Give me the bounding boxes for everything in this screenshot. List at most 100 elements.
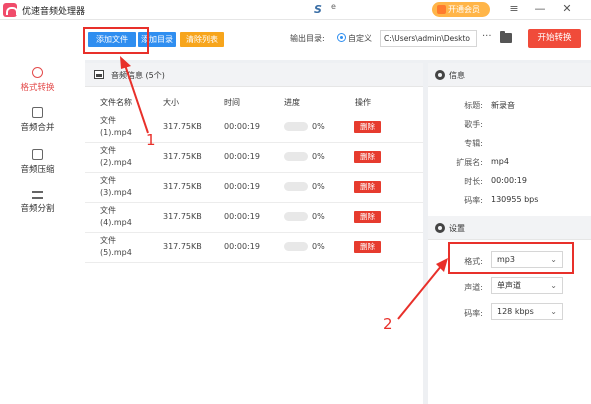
close-icon[interactable]: ✕ xyxy=(560,2,574,15)
table-row[interactable]: 文件 (1).mp4 317.75KB 00:00:19 0% 删除 xyxy=(85,113,423,143)
chevron-down-icon: ⌄ xyxy=(550,307,557,316)
menu-icon[interactable]: ≡ xyxy=(507,2,521,15)
info-label-artist: 歌手: xyxy=(464,120,483,129)
annotation-label-1: 1 xyxy=(146,131,156,149)
annotation-label-2: 2 xyxy=(383,315,393,333)
channel-value: 单声道 xyxy=(497,281,521,290)
info-header: 信息 xyxy=(428,63,591,87)
sidebar-item-audio-compress[interactable]: 音频压缩 xyxy=(0,149,75,175)
compress-icon xyxy=(32,149,43,160)
info-value-bitrate: 130955 bps xyxy=(491,195,539,204)
file-list-panel: 音频信息 (5个) 文件名称 大小 时间 进度 操作 文件 (1).mp4 31… xyxy=(85,63,423,404)
table-row[interactable]: 文件 (2).mp4 317.75KB 00:00:19 0% 删除 xyxy=(85,143,423,173)
info-label-bitrate: 码率: xyxy=(464,196,483,205)
progress-bar xyxy=(284,152,308,161)
info-title: 信息 xyxy=(449,71,465,80)
custom-radio[interactable] xyxy=(337,33,346,42)
file-time: 00:00:19 xyxy=(224,122,260,131)
gear-icon xyxy=(435,70,445,80)
delete-button[interactable]: 删除 xyxy=(354,151,381,163)
file-size: 317.75KB xyxy=(163,122,202,131)
output-path-input[interactable]: C:\Users\admin\Deskto xyxy=(380,30,477,47)
progress-bar xyxy=(284,242,308,251)
sidebar-item-label: 格式转换 xyxy=(20,83,55,93)
delete-button[interactable]: 删除 xyxy=(354,121,381,133)
progress-bar xyxy=(284,182,308,191)
file-list-header: 音频信息 (5个) xyxy=(85,63,423,87)
file-size: 317.75KB xyxy=(163,182,202,191)
chevron-down-icon: ⌄ xyxy=(550,281,557,290)
brand-extra: e xyxy=(331,2,336,11)
gear-icon xyxy=(435,223,445,233)
file-time: 00:00:19 xyxy=(224,242,260,251)
column-header-size: 大小 xyxy=(163,98,179,107)
info-value-duration: 00:00:19 xyxy=(491,176,527,185)
sidebar-item-format-convert[interactable]: 格式转换 xyxy=(0,67,75,93)
file-size: 317.75KB xyxy=(163,242,202,251)
bitrate-value: 128 kbps xyxy=(497,307,534,316)
sidebar: 格式转换 音频合并 音频压缩 音频分割 xyxy=(0,20,85,404)
channel-label: 声道: xyxy=(464,283,483,292)
file-name: 文件 (1).mp4 xyxy=(100,116,132,137)
title-bar: 优速音频处理器 S e 开通会员 ≡ — ✕ xyxy=(0,0,591,20)
progress-percent: 0% xyxy=(312,182,325,191)
delete-button[interactable]: 删除 xyxy=(354,241,381,253)
file-size: 317.75KB xyxy=(163,212,202,221)
more-icon[interactable]: ··· xyxy=(482,31,492,42)
merge-icon xyxy=(32,107,43,118)
table-row[interactable]: 文件 (3).mp4 317.75KB 00:00:19 0% 删除 xyxy=(85,173,423,203)
progress-percent: 0% xyxy=(312,122,325,131)
info-label-album: 专辑: xyxy=(464,139,483,148)
column-header-name: 文件名称 xyxy=(100,98,132,107)
info-panel: 信息 标题: 新录音 歌手: 专辑: 扩展名: mp4 时长: 00:00:19… xyxy=(428,63,591,404)
delete-button[interactable]: 删除 xyxy=(354,181,381,193)
sidebar-item-label: 音频压缩 xyxy=(20,165,55,175)
sidebar-item-label: 音频分割 xyxy=(20,204,55,214)
file-size: 317.75KB xyxy=(163,152,202,161)
channel-select[interactable]: 单声道 ⌄ xyxy=(491,277,563,294)
file-time: 00:00:19 xyxy=(224,212,260,221)
progress-bar xyxy=(284,212,308,221)
file-list-title: 音频信息 (5个) xyxy=(111,71,165,80)
annotation-box-1 xyxy=(83,27,149,54)
settings-title: 设置 xyxy=(449,224,465,233)
progress-percent: 0% xyxy=(312,212,325,221)
column-header-time: 时间 xyxy=(224,98,240,107)
image-icon xyxy=(94,70,104,79)
table-row[interactable]: 文件 (4).mp4 317.75KB 00:00:19 0% 删除 xyxy=(85,203,423,233)
progress-bar xyxy=(284,122,308,131)
bitrate-label: 码率: xyxy=(464,309,483,318)
crown-icon xyxy=(437,5,446,14)
output-dir-label: 输出目录: xyxy=(290,34,325,43)
app-logo-icon xyxy=(3,3,18,17)
delete-button[interactable]: 删除 xyxy=(354,211,381,223)
column-header-progress: 进度 xyxy=(284,98,300,107)
settings-header: 设置 xyxy=(428,216,591,240)
app-title: 优速音频处理器 xyxy=(22,7,86,17)
info-value-title: 新录音 xyxy=(491,101,515,110)
progress-percent: 0% xyxy=(312,152,325,161)
clear-list-button[interactable]: 清除列表 xyxy=(180,32,224,47)
info-label-extension: 扩展名: xyxy=(456,158,483,167)
table-row[interactable]: 文件 (5).mp4 317.75KB 00:00:19 0% 删除 xyxy=(85,233,423,263)
progress-percent: 0% xyxy=(312,242,325,251)
custom-radio-label: 自定义 xyxy=(348,34,372,43)
sidebar-item-audio-split[interactable]: 音频分割 xyxy=(0,191,75,214)
info-value-extension: mp4 xyxy=(491,157,509,166)
file-time: 00:00:19 xyxy=(224,152,260,161)
bitrate-select[interactable]: 128 kbps ⌄ xyxy=(491,303,563,320)
folder-icon[interactable] xyxy=(500,31,512,43)
file-time: 00:00:19 xyxy=(224,182,260,191)
refresh-circle-icon xyxy=(32,67,43,78)
sidebar-item-audio-merge[interactable]: 音频合并 xyxy=(0,107,75,133)
start-convert-button[interactable]: 开始转换 xyxy=(528,29,581,48)
brand-logo: S xyxy=(314,3,322,16)
member-button[interactable]: 开通会员 xyxy=(432,2,490,17)
annotation-box-2 xyxy=(448,242,574,274)
split-icon xyxy=(32,191,43,199)
info-label-duration: 时长: xyxy=(464,177,483,186)
member-label: 开通会员 xyxy=(448,5,480,14)
file-name: 文件 (5).mp4 xyxy=(100,236,132,257)
minimize-icon[interactable]: — xyxy=(533,2,547,15)
file-name: 文件 (4).mp4 xyxy=(100,206,132,227)
